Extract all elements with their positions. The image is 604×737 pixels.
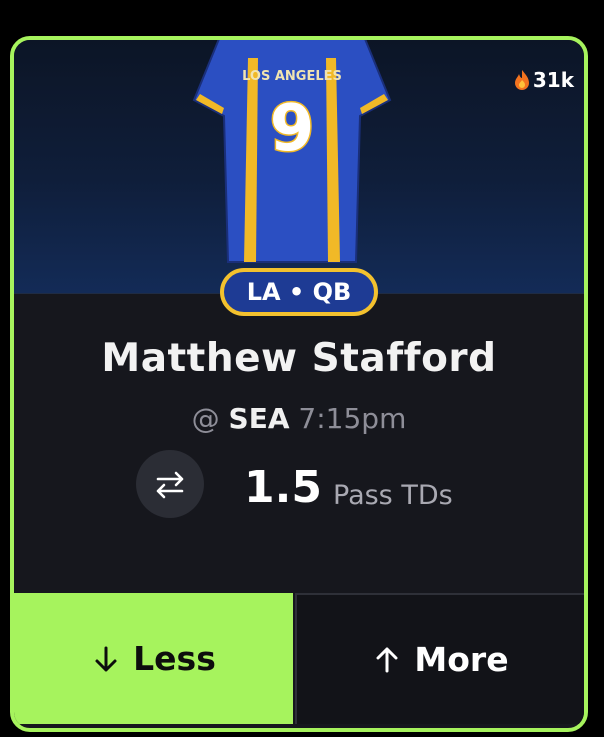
jersey-image: LOS ANGELES 9 (192, 40, 392, 263)
jersey-team-text: LOS ANGELES (242, 69, 342, 84)
opponent-team: SEA (228, 402, 290, 435)
stat-label: Pass TDs (333, 480, 453, 511)
swap-button[interactable] (136, 450, 204, 518)
trend-count: 31k (532, 68, 574, 92)
player-name: Matthew Stafford (101, 336, 497, 381)
swap-arrows-icon (156, 471, 184, 499)
trend-indicator: 31k (513, 68, 574, 92)
more-label: More (414, 640, 509, 679)
jersey-number: 9 (270, 92, 315, 166)
less-button[interactable]: Less (14, 593, 293, 724)
team-position-badge: LA • QB (220, 268, 378, 316)
matchup-prefix: @ (191, 402, 220, 435)
arrow-up-icon (376, 647, 398, 672)
line-value: 1.5 (244, 462, 322, 513)
less-label: Less (133, 639, 216, 678)
matchup-info: @ SEA 7:15pm (14, 402, 584, 435)
fire-icon (514, 70, 529, 90)
more-button[interactable]: More (295, 593, 584, 724)
projection-card[interactable]: LOS ANGELES 9 31k LA • QB Matthew Staffo… (10, 36, 588, 732)
game-time: 7:15pm (298, 402, 407, 435)
arrow-down-icon (95, 646, 117, 671)
